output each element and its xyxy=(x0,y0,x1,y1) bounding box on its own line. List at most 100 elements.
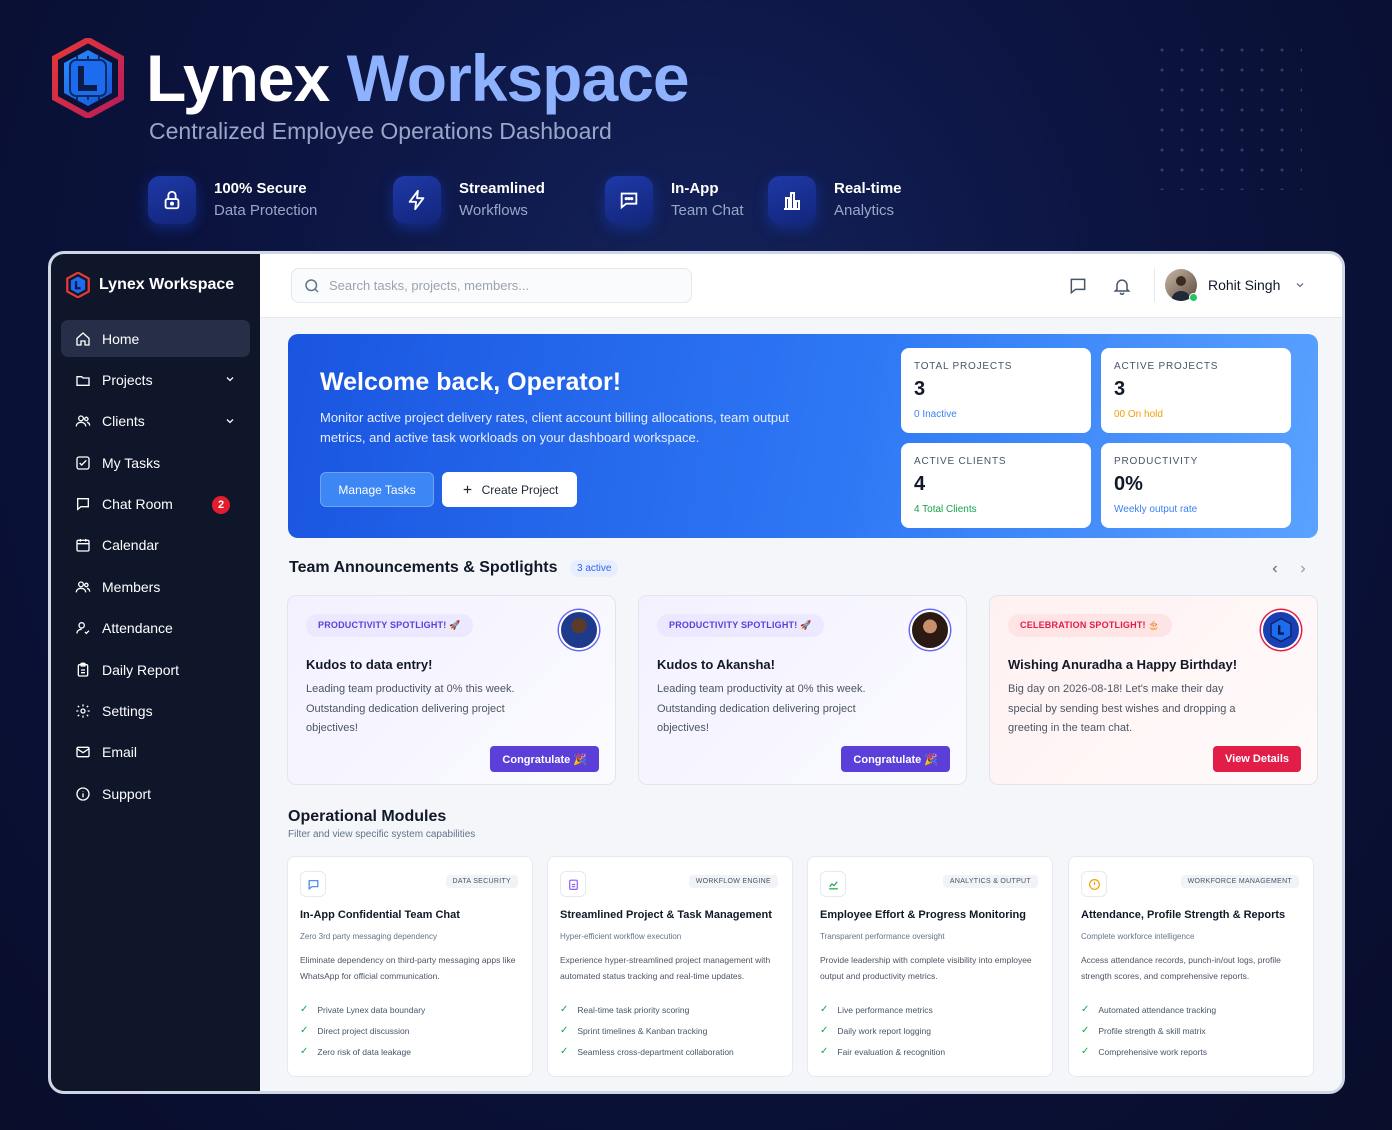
sidebar-item-label: Calendar xyxy=(102,537,159,554)
avatar xyxy=(559,610,599,650)
spotlight-title: Wishing Anuradha a Happy Birthday! xyxy=(1008,657,1238,672)
sidebar-item-label: Attendance xyxy=(102,620,173,637)
create-project-label: Create Project xyxy=(481,482,559,497)
carousel-prev-button[interactable] xyxy=(1266,560,1284,578)
sidebar-item-members[interactable]: Members xyxy=(61,568,250,605)
check-icon: ✓ xyxy=(560,1025,569,1036)
stat-productivity[interactable]: PRODUCTIVITY 0% Weekly output rate xyxy=(1101,443,1291,528)
congratulate-button[interactable]: Congratulate 🎉 xyxy=(841,746,950,772)
module-title: Attendance, Profile Strength & Reports xyxy=(1081,909,1286,921)
module-description: Experience hyper-streamlined project man… xyxy=(560,955,771,981)
view-details-button[interactable]: View Details xyxy=(1213,746,1301,772)
feature-title: 100% Secure xyxy=(214,180,307,197)
calendar-icon xyxy=(75,537,91,553)
sidebar-item-clients[interactable]: Clients xyxy=(61,403,250,440)
search-input[interactable] xyxy=(329,278,669,293)
bell-icon[interactable] xyxy=(1112,276,1132,296)
stat-total-projects[interactable]: TOTAL PROJECTS 3 0 Inactive xyxy=(901,348,1091,433)
module-card[interactable]: DATA SECURITY In-App Confidential Team C… xyxy=(287,856,533,1077)
spotlight-tag: CELEBRATION SPOTLIGHT! 🎂 xyxy=(1008,614,1172,637)
sidebar-item-attendance[interactable]: Attendance xyxy=(61,610,250,647)
module-points: ✓ Automated attendance tracking ✓ Profile … xyxy=(1081,999,1216,1062)
sidebar-item-daily-report[interactable]: Daily Report xyxy=(61,651,250,688)
sidebar-nav: Home Projects Clients My Tasks Chat Room… xyxy=(61,320,250,817)
spotlight-description: Leading team productivity at 0% this wee… xyxy=(306,683,515,734)
point-label: Direct project discussion xyxy=(317,1025,410,1036)
chevron-down-icon[interactable] xyxy=(224,415,236,427)
module-tag: WORKFLOW ENGINE xyxy=(688,875,778,888)
module-tag: WORKFORCE MANAGEMENT xyxy=(1180,875,1299,888)
stat-active-clients[interactable]: ACTIVE CLIENTS 4 4 Total Clients xyxy=(901,443,1091,528)
sidebar-item-label: Chat Room xyxy=(102,496,173,513)
spotlight-card: PRODUCTIVITY SPOTLIGHT! 🚀 Kudos to Akans… xyxy=(638,595,967,785)
chevron-down-icon[interactable] xyxy=(224,373,236,385)
point-label: Zero risk of data leakage xyxy=(317,1046,411,1057)
module-title: In-App Confidential Team Chat xyxy=(300,909,460,921)
sidebar-item-label: Members xyxy=(102,578,161,595)
module-subtitle: Transparent performance oversight xyxy=(820,932,945,941)
search-box[interactable] xyxy=(291,268,692,303)
feature-secure: 100% Secure Data Protection xyxy=(148,172,317,228)
welcome-description: Monitor active project delivery rates, c… xyxy=(320,410,789,445)
stat-value: 3 xyxy=(1114,378,1126,400)
alert-icon xyxy=(1081,871,1107,897)
stat-value: 3 xyxy=(914,378,926,400)
main-content: Rohit Singh Welcome back, Operator! Moni… xyxy=(260,254,1342,1091)
stat-active-projects[interactable]: ACTIVE PROJECTS 3 00 On hold xyxy=(1101,348,1291,433)
feature-title: Real-time xyxy=(834,180,902,197)
stat-subtext: 0 Inactive xyxy=(914,409,957,420)
spotlight-card: CELEBRATION SPOTLIGHT! 🎂 Wishing Anuradh… xyxy=(989,595,1318,785)
lynex-logo-icon xyxy=(66,272,90,298)
message-icon[interactable] xyxy=(1068,276,1088,296)
chat-icon xyxy=(75,496,91,512)
check-icon: ✓ xyxy=(560,1004,569,1015)
point-label: Sprint timelines & Kanban tracking xyxy=(577,1025,708,1036)
unread-badge: 2 xyxy=(212,495,230,514)
check-icon: ✓ xyxy=(560,1046,569,1057)
stat-value: 4 xyxy=(914,473,926,495)
sidebar-item-projects[interactable]: Projects xyxy=(61,361,250,398)
list-item: ✓ Fair evaluation & recognition xyxy=(820,1041,945,1062)
sidebar-item-my-tasks[interactable]: My Tasks xyxy=(61,444,250,481)
user-menu[interactable]: Rohit Singh xyxy=(1165,269,1306,302)
sidebar-item-settings[interactable]: Settings xyxy=(61,693,250,730)
create-project-button[interactable]: Create Project xyxy=(442,472,577,507)
module-tag: DATA SECURITY xyxy=(445,875,518,888)
home-icon xyxy=(75,331,91,347)
chevron-down-icon[interactable] xyxy=(1294,279,1306,291)
module-card[interactable]: WORKFLOW ENGINE Streamlined Project & Ta… xyxy=(547,856,793,1077)
sidebar-item-chat-room[interactable]: Chat Room 2 xyxy=(61,486,250,523)
list-item: ✓ Private Lynex data boundary xyxy=(300,999,425,1020)
check-icon: ✓ xyxy=(1081,1046,1090,1057)
module-points: ✓ Live performance metrics ✓ Daily work re… xyxy=(820,999,945,1062)
sidebar-item-label: Projects xyxy=(102,371,153,388)
stat-label: ACTIVE CLIENTS xyxy=(914,456,1007,467)
search-icon xyxy=(305,278,319,293)
welcome-banner: Welcome back, Operator! Monitor active p… xyxy=(288,334,1318,538)
sidebar-item-support[interactable]: Support xyxy=(61,775,250,812)
chevron-left-icon xyxy=(1272,565,1277,573)
sidebar-item-email[interactable]: Email xyxy=(61,734,250,771)
sidebar-item-home[interactable]: Home xyxy=(61,320,250,357)
spotlight-tag: PRODUCTIVITY SPOTLIGHT! 🚀 xyxy=(657,614,824,637)
feature-title: Streamlined xyxy=(459,180,545,197)
spotlight-description: Big day on 2026-08-18! Let's make their … xyxy=(1008,683,1236,734)
module-card[interactable]: WORKFORCE MANAGEMENT Attendance, Profile… xyxy=(1068,856,1314,1077)
module-points: ✓ Private Lynex data boundary ✓ Direct pro… xyxy=(300,999,425,1062)
manage-tasks-button[interactable]: Manage Tasks xyxy=(320,472,434,507)
module-card[interactable]: ANALYTICS & OUTPUT Employee Effort & Pro… xyxy=(807,856,1053,1077)
feature-subtitle: Analytics xyxy=(834,202,895,219)
sidebar-item-label: Home xyxy=(102,330,140,347)
module-subtitle: Hyper-efficient workflow execution xyxy=(560,932,682,941)
stat-label: TOTAL PROJECTS xyxy=(914,361,1013,372)
sidebar-brand[interactable]: Lynex Workspace xyxy=(65,272,234,298)
list-item: ✓ Real-time task priority scoring xyxy=(560,999,734,1020)
stat-subtext: 4 Total Clients xyxy=(914,504,977,515)
carousel-next-button[interactable] xyxy=(1294,560,1312,578)
congratulate-button[interactable]: Congratulate 🎉 xyxy=(490,746,599,772)
module-description: Access attendance records, punch-in/out … xyxy=(1081,955,1281,981)
stat-subtext: Weekly output rate xyxy=(1114,504,1198,515)
feature-subtitle: Data Protection xyxy=(214,202,318,219)
sidebar-item-calendar[interactable]: Calendar xyxy=(61,527,250,564)
feature-analytics: Real-time Analytics xyxy=(768,172,902,228)
